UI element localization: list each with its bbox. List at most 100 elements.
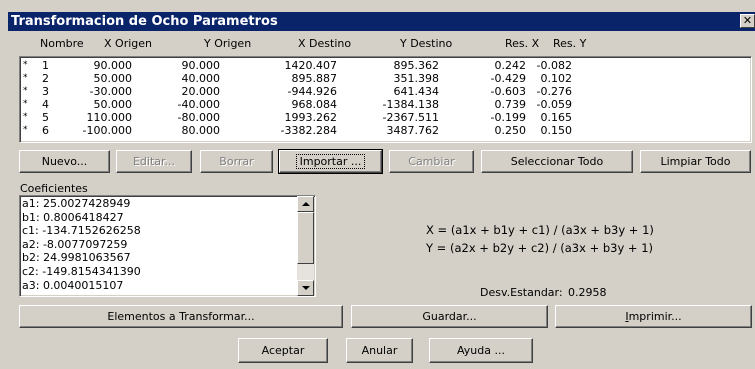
table-cell: -3382.284: [280, 124, 337, 137]
title-bar[interactable]: Transformacion de Ocho Parametros ✕: [8, 12, 755, 31]
table-row[interactable]: * 2 50.000 40.000 895.887 351.398 -0.429 0.102: [20, 72, 751, 85]
table-cell: -100.000: [82, 124, 132, 137]
table-cell: -80.000: [177, 111, 220, 124]
importar-button[interactable]: Importar ...: [278, 149, 383, 174]
column-header-res-y[interactable]: Res. Y: [553, 37, 586, 51]
imprimir-label-rest: mprimir...: [628, 310, 682, 323]
coeficiente-item[interactable]: c2: -149.8154341390: [22, 265, 141, 278]
close-icon: ✕: [742, 14, 753, 27]
points-list[interactable]: * 1 90.000 90.000 1420.407 895.362 0.242 -0.082…: [19, 56, 752, 143]
row-marker: *: [23, 73, 28, 83]
table-cell: 1420.407: [284, 59, 338, 72]
table-cell: 40.000: [181, 72, 221, 85]
close-button[interactable]: ✕: [740, 14, 755, 28]
borrar-button[interactable]: Borrar: [200, 150, 273, 173]
table-cell: 1993.262: [284, 111, 338, 124]
coeficiente-item[interactable]: b1: 0.8006418427: [22, 211, 124, 224]
column-header-nombre[interactable]: Nombre: [40, 37, 84, 51]
nuevo-button[interactable]: Nuevo...: [19, 150, 110, 173]
coeficientes-scrollbar[interactable]: [297, 196, 314, 296]
coeficiente-item[interactable]: a2: -8.0077097259: [22, 238, 127, 251]
table-cell: -0.429: [490, 72, 526, 85]
formula-x: X = (a1x + b1y + c1) / (a3x + b3y + 1): [426, 223, 654, 237]
table-cell: 50.000: [93, 98, 133, 111]
table-cell: -2367.511: [382, 111, 439, 124]
table-cell: 3487.762: [386, 124, 440, 137]
table-cell: 6: [42, 124, 49, 137]
column-header-y-destino[interactable]: Y Destino: [400, 37, 452, 51]
editar-button[interactable]: Editar...: [116, 150, 192, 173]
table-cell: -1384.138: [382, 98, 439, 111]
dialog-window: Transformacion de Ocho Parametros ✕ Nomb…: [0, 0, 755, 369]
table-cell: -40.000: [177, 98, 220, 111]
coeficientes-list[interactable]: a1: 25.0027428949 b1: 0.8006418427 c1: -13…: [19, 195, 316, 297]
down-arrow-icon: [302, 286, 310, 290]
importar-label: Importar ...: [295, 154, 366, 169]
table-cell: 968.084: [291, 98, 338, 111]
elementos-a-transformar-button[interactable]: Elementos a Transformar...: [19, 305, 343, 328]
table-cell: 0.242: [494, 59, 527, 72]
coeficiente-item[interactable]: b2: 24.9981063567: [22, 251, 131, 264]
anular-button[interactable]: Anular: [346, 338, 413, 363]
guardar-button[interactable]: Guardar...: [351, 305, 548, 328]
table-cell: 80.000: [181, 124, 221, 137]
table-cell: 90.000: [181, 59, 221, 72]
up-arrow-icon: [302, 202, 310, 206]
table-cell: -0.059: [536, 98, 572, 111]
table-cell: 20.000: [181, 85, 221, 98]
table-row[interactable]: * 3 -30.000 20.000 -944.926 641.434 -0.603 -0.2…: [20, 85, 751, 98]
table-cell: 3: [42, 85, 49, 98]
table-cell: 0.739: [494, 98, 527, 111]
table-cell: 0.250: [494, 124, 527, 137]
table-cell: 110.000: [86, 111, 133, 124]
table-cell: 50.000: [93, 72, 133, 85]
table-cell: 0.102: [540, 72, 573, 85]
row-marker: *: [23, 125, 28, 135]
desv-estandar-value: 0.2958: [568, 286, 607, 299]
table-cell: 1: [42, 59, 49, 72]
table-row[interactable]: * 6 -100.000 80.000 -3382.284 3487.762 0.250 0.…: [20, 124, 751, 137]
window-title: Transformacion de Ocho Parametros: [11, 14, 278, 29]
scroll-up-button[interactable]: [297, 196, 314, 212]
table-cell: -0.276: [536, 85, 572, 98]
imprimir-button[interactable]: Imprimir...: [555, 305, 752, 328]
scroll-down-button[interactable]: [297, 280, 314, 296]
table-cell: 351.398: [393, 72, 440, 85]
table-row[interactable]: * 5 110.000 -80.000 1993.262 -2367.511 -0.199 0…: [20, 111, 751, 124]
column-header-y-origen[interactable]: Y Origen: [204, 37, 251, 51]
ayuda-button[interactable]: Ayuda ...: [429, 338, 533, 363]
column-header-res-x[interactable]: Res. X: [505, 37, 539, 51]
table-cell: 2: [42, 72, 49, 85]
cambiar-button[interactable]: Cambiar: [389, 150, 474, 173]
row-marker: *: [23, 99, 28, 109]
table-cell: 5: [42, 111, 49, 124]
table-cell: 4: [42, 98, 49, 111]
table-cell: -0.603: [490, 85, 526, 98]
aceptar-button[interactable]: Aceptar: [238, 338, 328, 363]
row-marker: *: [23, 60, 28, 70]
limpiar-todo-button[interactable]: Limpiar Todo: [640, 150, 751, 173]
seleccionar-todo-button[interactable]: Seleccionar Todo: [481, 150, 633, 173]
table-row[interactable]: * 1 90.000 90.000 1420.407 895.362 0.242 -0.082: [20, 59, 751, 72]
table-cell: -30.000: [89, 85, 132, 98]
coeficiente-item[interactable]: a1: 25.0027428949: [22, 197, 130, 210]
table-cell: 0.165: [540, 111, 573, 124]
column-header-x-destino[interactable]: X Destino: [298, 37, 351, 51]
table-cell: 0.150: [540, 124, 573, 137]
column-header-x-origen[interactable]: X Origen: [104, 37, 152, 51]
formula-y: Y = (a2x + b2y + c2) / (a3x + b3y + 1): [426, 241, 654, 255]
table-row[interactable]: * 4 50.000 -40.000 968.084 -1384.138 0.739 -0.0…: [20, 98, 751, 111]
table-cell: 895.887: [291, 72, 338, 85]
row-marker: *: [23, 86, 28, 96]
coeficiente-item[interactable]: a3: 0.0040015107: [22, 279, 123, 292]
scroll-thumb[interactable]: [297, 212, 314, 264]
table-cell: -0.082: [536, 59, 572, 72]
row-marker: *: [23, 112, 28, 122]
table-cell: 895.362: [393, 59, 440, 72]
table-cell: 90.000: [93, 59, 133, 72]
table-cell: -0.199: [490, 111, 526, 124]
table-cell: 641.434: [393, 85, 440, 98]
coeficiente-item[interactable]: c1: -134.7152626258: [22, 224, 141, 237]
coeficientes-label: Coeficientes: [20, 182, 88, 195]
table-cell: -944.926: [287, 85, 337, 98]
